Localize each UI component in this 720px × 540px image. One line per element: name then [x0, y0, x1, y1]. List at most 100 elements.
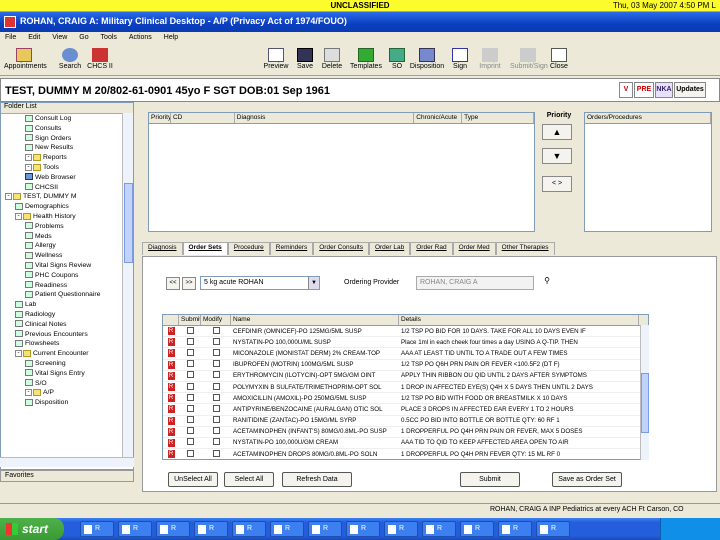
disposition-button[interactable]: Disposition [408, 48, 446, 70]
taskbar-task-button[interactable]: R [80, 521, 114, 537]
flag-pre[interactable]: PRE [634, 82, 654, 98]
table-row[interactable]: R NYSTATIN-PO 100,000U/GM CREAM AAA TID TO… [163, 438, 648, 450]
folder-item[interactable]: Disposition [1, 398, 133, 408]
tab-order-rad[interactable]: Order Rad [410, 242, 453, 255]
table-row[interactable]: R CEFDINIR (OMNICEF)-PO 125MG/5ML SUSP 1/2… [163, 326, 648, 338]
unselect-all-button[interactable]: UnSelect All [168, 472, 218, 487]
window-titlebar[interactable]: ROHAN, CRAIG A: Military Clinical Deskto… [0, 12, 720, 32]
folder-item[interactable]: Radiology [1, 310, 133, 320]
flag-nka[interactable]: NKA [655, 82, 673, 98]
updates-button[interactable]: Updates [674, 82, 706, 98]
folder-item[interactable]: CHCSII [1, 183, 133, 193]
submit-checkbox[interactable] [186, 371, 194, 379]
taskbar-task-button[interactable]: R [384, 521, 418, 537]
expand-collapse-icon[interactable]: - [5, 193, 12, 201]
menu-actions[interactable]: Actions [124, 32, 157, 41]
templates-button[interactable]: Templates [348, 48, 384, 70]
menu-go[interactable]: Go [74, 32, 93, 41]
problem-list-grid[interactable]: Priority CD Diagnosis Chronic/Acute Type [148, 112, 535, 232]
taskbar-task-button[interactable]: R [422, 521, 456, 537]
modify-checkbox[interactable] [212, 427, 220, 435]
save-button[interactable]: Save [294, 48, 316, 70]
table-row[interactable]: R MICONAZOLE (MONISTAT DERM) 2% CREAM-TOP… [163, 348, 648, 360]
priority-swap-button[interactable]: < > [542, 176, 572, 192]
menu-file[interactable]: File [0, 32, 21, 41]
folder-item[interactable]: Wellness [1, 251, 133, 261]
taskbar-task-button[interactable]: R [156, 521, 190, 537]
taskbar-task-button[interactable]: R [536, 521, 570, 537]
select-all-button[interactable]: Select All [224, 472, 274, 487]
folder-item[interactable]: Demographics [1, 202, 133, 212]
col-diagnosis[interactable]: Diagnosis [235, 113, 415, 123]
expand-collapse-icon[interactable]: - [25, 163, 32, 171]
col-type[interactable]: Type [462, 113, 534, 123]
folder-item[interactable]: - Tools [1, 163, 133, 173]
folder-item[interactable]: - TEST, DUMMY M [1, 192, 133, 202]
col-name[interactable]: Name [231, 315, 399, 325]
folder-item[interactable]: Patient Questionnaire [1, 290, 133, 300]
folder-item[interactable]: Problems [1, 222, 133, 232]
expand-collapse-icon[interactable]: - [25, 153, 32, 161]
save-as-order-set-button[interactable]: Save as Order Set [552, 472, 622, 487]
table-row[interactable]: R AMOXICILLIN (AMOXIL)-PO 250MG/5ML SUSP 1… [163, 393, 648, 405]
start-button[interactable]: start [0, 518, 64, 540]
col-details[interactable]: Details [399, 315, 639, 325]
col-modify[interactable]: Modify [201, 315, 231, 325]
folder-item[interactable]: - Reports [1, 153, 133, 163]
modify-checkbox[interactable] [212, 449, 220, 457]
favorites-tab[interactable]: Favorites [0, 470, 134, 482]
menu-edit[interactable]: Edit [23, 32, 45, 41]
tab-other-therapies[interactable]: Other Therapies [495, 242, 555, 255]
taskbar-task-button[interactable]: R [270, 521, 304, 537]
table-row[interactable]: R RANITIDINE (ZANTAC)-PO 15MG/ML SYRP 0.5C… [163, 416, 648, 427]
folder-item[interactable]: Lab [1, 300, 133, 310]
close-button[interactable]: Close [548, 48, 570, 70]
folder-item[interactable]: Clinical Notes [1, 320, 133, 330]
col-chronic-acute[interactable]: Chronic/Acute [414, 113, 463, 123]
submit-checkbox[interactable] [186, 404, 194, 412]
folder-item[interactable]: - Current Encounter [1, 349, 133, 359]
expand-collapse-icon[interactable]: - [15, 349, 22, 357]
col-cd[interactable]: CD [171, 113, 235, 123]
modify-checkbox[interactable] [212, 326, 220, 334]
chcs-button[interactable]: CHCS II [86, 48, 114, 70]
submit-button[interactable]: Submit [460, 472, 520, 487]
orders-procedures-panel[interactable]: Orders/Procedures [584, 112, 712, 232]
modify-checkbox[interactable] [212, 371, 220, 379]
menu-help[interactable]: Help [159, 32, 183, 41]
tab-order-sets[interactable]: Order Sets [182, 242, 228, 255]
table-row[interactable]: R ACETAMINOPHEN (INFANT'S) 80MG/0.8ML-PO … [163, 427, 648, 438]
folder-item[interactable]: PHC Coupons [1, 271, 133, 281]
tab-order-med[interactable]: Order Med [452, 242, 496, 255]
sign-button[interactable]: Sign [450, 48, 470, 70]
modify-checkbox[interactable] [212, 337, 220, 345]
submit-checkbox[interactable] [186, 360, 194, 368]
taskbar-task-button[interactable]: R [346, 521, 380, 537]
tab-procedure[interactable]: Procedure [227, 242, 270, 255]
submit-checkbox[interactable] [186, 438, 194, 446]
folder-item[interactable]: Meds [1, 232, 133, 242]
chevron-down-icon[interactable]: ▼ [308, 277, 319, 289]
folder-item[interactable]: Sign Orders [1, 134, 133, 144]
expand-collapse-icon[interactable]: - [15, 212, 22, 220]
order-set-grid[interactable]: Submit Modify Name Details R CEFDINIR (OM… [162, 314, 649, 460]
table-row[interactable]: R POLYMYXIN B SULFATE/TRIMETHOPRIM-OPT SO… [163, 382, 648, 394]
orders-vertical-scrollbar[interactable] [640, 325, 649, 460]
taskbar-task-button[interactable]: R [460, 521, 494, 537]
col-submit[interactable]: Submit [179, 315, 201, 325]
tab-order-consults[interactable]: Order Consults [313, 242, 369, 255]
flag-v[interactable]: V [619, 82, 633, 98]
submit-checkbox[interactable] [186, 348, 194, 356]
modify-checkbox[interactable] [212, 438, 220, 446]
taskbar-task-button[interactable]: R [498, 521, 532, 537]
scroll-thumb[interactable] [641, 373, 649, 433]
menu-tools[interactable]: Tools [96, 32, 122, 41]
modify-checkbox[interactable] [212, 404, 220, 412]
taskbar-task-button[interactable]: R [118, 521, 152, 537]
folder-item[interactable]: - Health History [1, 212, 133, 222]
submit-checkbox[interactable] [186, 416, 194, 424]
submit-checkbox[interactable] [186, 326, 194, 334]
table-row[interactable]: R ERYTHROMYCIN (ILOTYCIN)-OPT 5MG/GM OINT… [163, 371, 648, 382]
submit-checkbox[interactable] [186, 382, 194, 390]
order-set-select[interactable]: 5 kg acute ROHAN ▼ [200, 276, 320, 290]
